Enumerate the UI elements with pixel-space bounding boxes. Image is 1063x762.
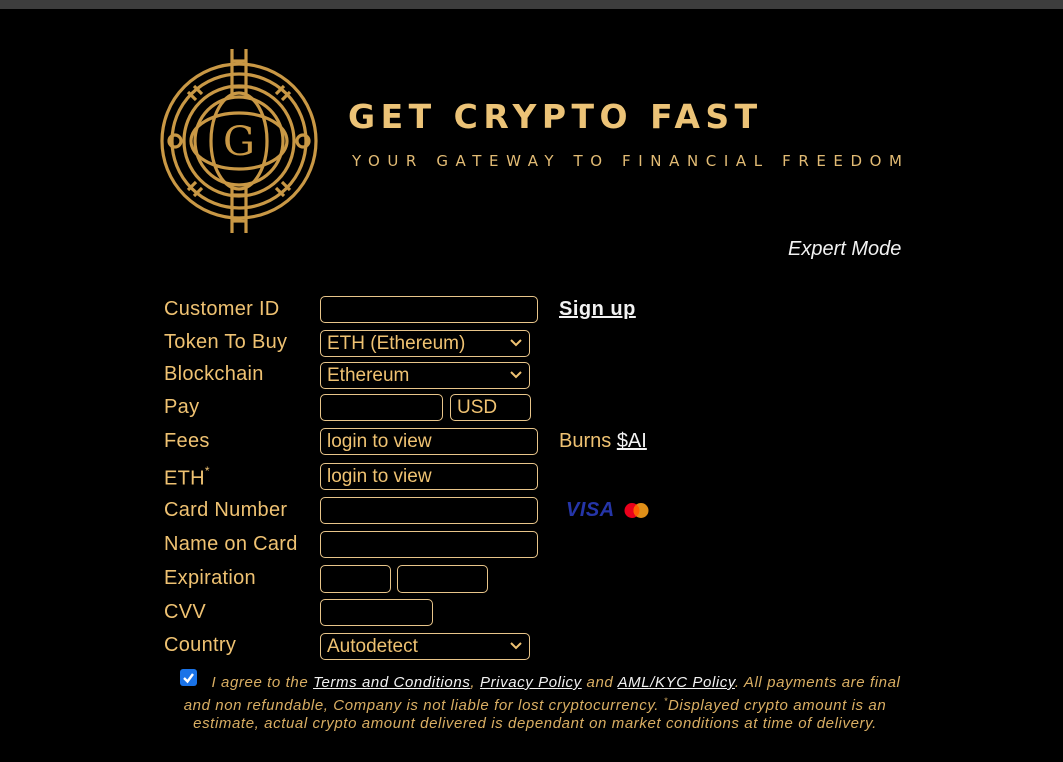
eth-asterisk: * [204, 464, 210, 478]
burns-ai-link[interactable]: $AI [617, 430, 647, 452]
agree-text: I agree to the [211, 674, 309, 691]
browser-top-bar [0, 0, 1063, 9]
blockchain-label: Blockchain [164, 363, 264, 385]
fees-label: Fees [164, 430, 210, 452]
eth-amount-field: login to view [320, 463, 538, 490]
logo-letter: G [223, 119, 255, 165]
terms-link[interactable]: Terms and Conditions [313, 674, 470, 691]
comma: , [470, 674, 476, 691]
chevron-down-icon [510, 642, 522, 650]
blockchain-select[interactable]: Ethereum [320, 362, 530, 389]
privacy-policy-link[interactable]: Privacy Policy [480, 674, 582, 691]
card-number-input[interactable] [320, 497, 538, 524]
eth-label-text: ETH [164, 467, 205, 490]
burns-prefix: Burns [559, 430, 612, 452]
expiration-label: Expiration [164, 567, 256, 589]
customer-id-label: Customer ID [164, 298, 280, 320]
aml-kyc-link[interactable]: AML/KYC Policy [618, 674, 735, 691]
expert-mode-link[interactable]: Expert Mode [788, 238, 901, 261]
name-on-card-input[interactable] [320, 531, 538, 558]
token-select[interactable]: ETH (Ethereum) [320, 330, 530, 357]
mastercard-icon [624, 503, 649, 518]
token-label: Token To Buy [164, 331, 288, 353]
fees-field: login to view [320, 428, 538, 455]
logo-icon: G [160, 49, 318, 233]
burns-text: Burns $AI [559, 430, 647, 453]
pay-label: Pay [164, 396, 200, 418]
brand-tagline: YOUR GATEWAY TO FINANCIAL FREEDOM [352, 152, 910, 170]
and-text: and [586, 674, 614, 691]
country-select[interactable]: Autodetect [320, 633, 530, 660]
card-number-label: Card Number [164, 499, 288, 521]
country-label: Country [164, 634, 237, 656]
chevron-down-icon [510, 339, 522, 347]
cvv-label: CVV [164, 601, 207, 623]
signup-link[interactable]: Sign up [559, 298, 636, 321]
terms-text: I agree to the Terms and Conditions, Pri… [164, 674, 906, 733]
expiration-year-input[interactable] [397, 565, 488, 593]
eth-label: ETH* [164, 464, 210, 491]
cvv-input[interactable] [320, 599, 433, 626]
country-select-value: Autodetect [327, 636, 418, 657]
pay-amount-input[interactable] [320, 394, 443, 421]
customer-id-input[interactable] [320, 296, 538, 323]
brand-title: GET CRYPTO FAST [348, 97, 763, 136]
name-on-card-label: Name on Card [164, 533, 298, 555]
chevron-down-icon [510, 371, 522, 379]
token-select-value: ETH (Ethereum) [327, 333, 466, 354]
expiration-month-input[interactable] [320, 565, 391, 593]
pay-currency-input[interactable]: USD [450, 394, 531, 421]
blockchain-select-value: Ethereum [327, 365, 410, 386]
visa-icon: VISA [566, 499, 615, 521]
